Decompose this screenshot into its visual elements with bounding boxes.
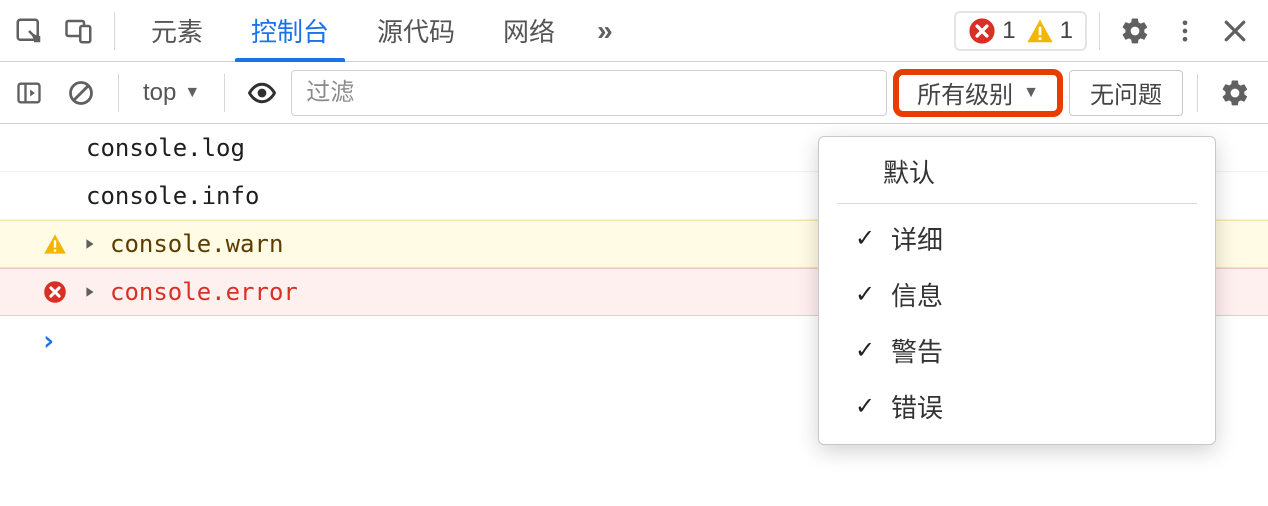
menu-item-label: 错误 — [891, 388, 943, 425]
devtools-tabbar: 元素 控制台 源代码 网络 » 1 1 — [0, 0, 1268, 62]
tab-console[interactable]: 控制台 — [227, 0, 353, 62]
eye-icon — [247, 78, 277, 108]
error-count: 1 — [1002, 17, 1015, 45]
level-menu-error[interactable]: ✓ 错误 — [819, 378, 1215, 434]
live-expression-button[interactable] — [239, 70, 285, 116]
log-level-menu: 默认 ✓ 详细 ✓ 信息 ✓ 警告 ✓ 错误 — [818, 136, 1216, 445]
close-icon — [1220, 16, 1250, 46]
level-menu-verbose[interactable]: ✓ 详细 — [819, 210, 1215, 266]
warning-status: 1 — [1026, 17, 1073, 45]
chevron-down-icon: ▼ — [184, 84, 200, 102]
console-toolbar: top ▼ 所有级别 ▼ 无问题 — [0, 62, 1268, 124]
level-menu-default[interactable]: 默认 — [819, 143, 1215, 199]
tab-label: 元素 — [151, 12, 203, 49]
chevron-down-icon: ▼ — [1023, 84, 1039, 102]
tab-sources[interactable]: 源代码 — [353, 0, 479, 62]
gear-icon — [1120, 16, 1150, 46]
clear-icon — [67, 79, 95, 107]
more-menu-button[interactable] — [1162, 8, 1208, 54]
inspect-element-button[interactable] — [6, 8, 52, 54]
message-text: console.error — [110, 278, 298, 306]
panel-tabs: 元素 控制台 源代码 网络 — [127, 0, 579, 62]
message-text: console.info — [40, 182, 259, 210]
toggle-sidebar-button[interactable] — [6, 70, 52, 116]
log-level-filter-button[interactable]: 所有级别 ▼ — [893, 69, 1063, 117]
error-status: 1 — [968, 17, 1015, 45]
tabs-overflow-button[interactable]: » — [583, 15, 627, 47]
divider — [224, 74, 225, 112]
check-icon: ✓ — [853, 224, 877, 253]
execution-context-select[interactable]: top ▼ — [133, 75, 210, 111]
menu-item-label: 信息 — [891, 276, 943, 313]
tab-label: 控制台 — [251, 12, 329, 49]
clear-console-button[interactable] — [58, 70, 104, 116]
check-icon: ✓ — [853, 336, 877, 365]
tab-elements[interactable]: 元素 — [127, 0, 227, 62]
overflow-glyph: » — [597, 15, 613, 47]
menu-item-label: 默认 — [883, 153, 935, 190]
console-filter-input[interactable] — [291, 70, 887, 116]
issues-button[interactable]: 无问题 — [1069, 70, 1183, 116]
toggle-device-toolbar-button[interactable] — [56, 8, 102, 54]
check-icon: ✓ — [853, 392, 877, 421]
divider — [118, 74, 119, 112]
menu-item-label: 详细 — [891, 220, 943, 257]
console-settings-button[interactable] — [1212, 70, 1258, 116]
level-menu-info[interactable]: ✓ 信息 — [819, 266, 1215, 322]
prompt-glyph: › — [40, 324, 57, 357]
error-icon — [968, 17, 996, 45]
warning-icon — [1026, 17, 1054, 45]
divider — [114, 12, 115, 50]
expand-toggle[interactable] — [82, 286, 98, 298]
gear-icon — [1220, 78, 1250, 108]
message-text: console.log — [40, 134, 245, 162]
menu-item-label: 警告 — [891, 332, 943, 369]
settings-button[interactable] — [1112, 8, 1158, 54]
warning-icon — [40, 232, 70, 256]
issues-button-label: 无问题 — [1090, 75, 1162, 110]
menu-separator — [837, 203, 1197, 204]
check-icon: ✓ — [853, 280, 877, 309]
divider — [1197, 74, 1198, 112]
close-devtools-button[interactable] — [1212, 8, 1258, 54]
tab-label: 网络 — [503, 12, 555, 49]
level-button-label: 所有级别 — [917, 75, 1013, 110]
tab-label: 源代码 — [377, 12, 455, 49]
error-icon — [40, 280, 70, 304]
issues-status-pill[interactable]: 1 1 — [954, 11, 1087, 51]
tab-network[interactable]: 网络 — [479, 0, 579, 62]
level-menu-warning[interactable]: ✓ 警告 — [819, 322, 1215, 378]
kebab-icon — [1171, 17, 1199, 45]
warning-count: 1 — [1060, 17, 1073, 45]
divider — [1099, 12, 1100, 50]
context-label: top — [143, 79, 176, 107]
message-text: console.warn — [110, 230, 283, 258]
expand-toggle[interactable] — [82, 238, 98, 250]
sidebar-icon — [15, 79, 43, 107]
